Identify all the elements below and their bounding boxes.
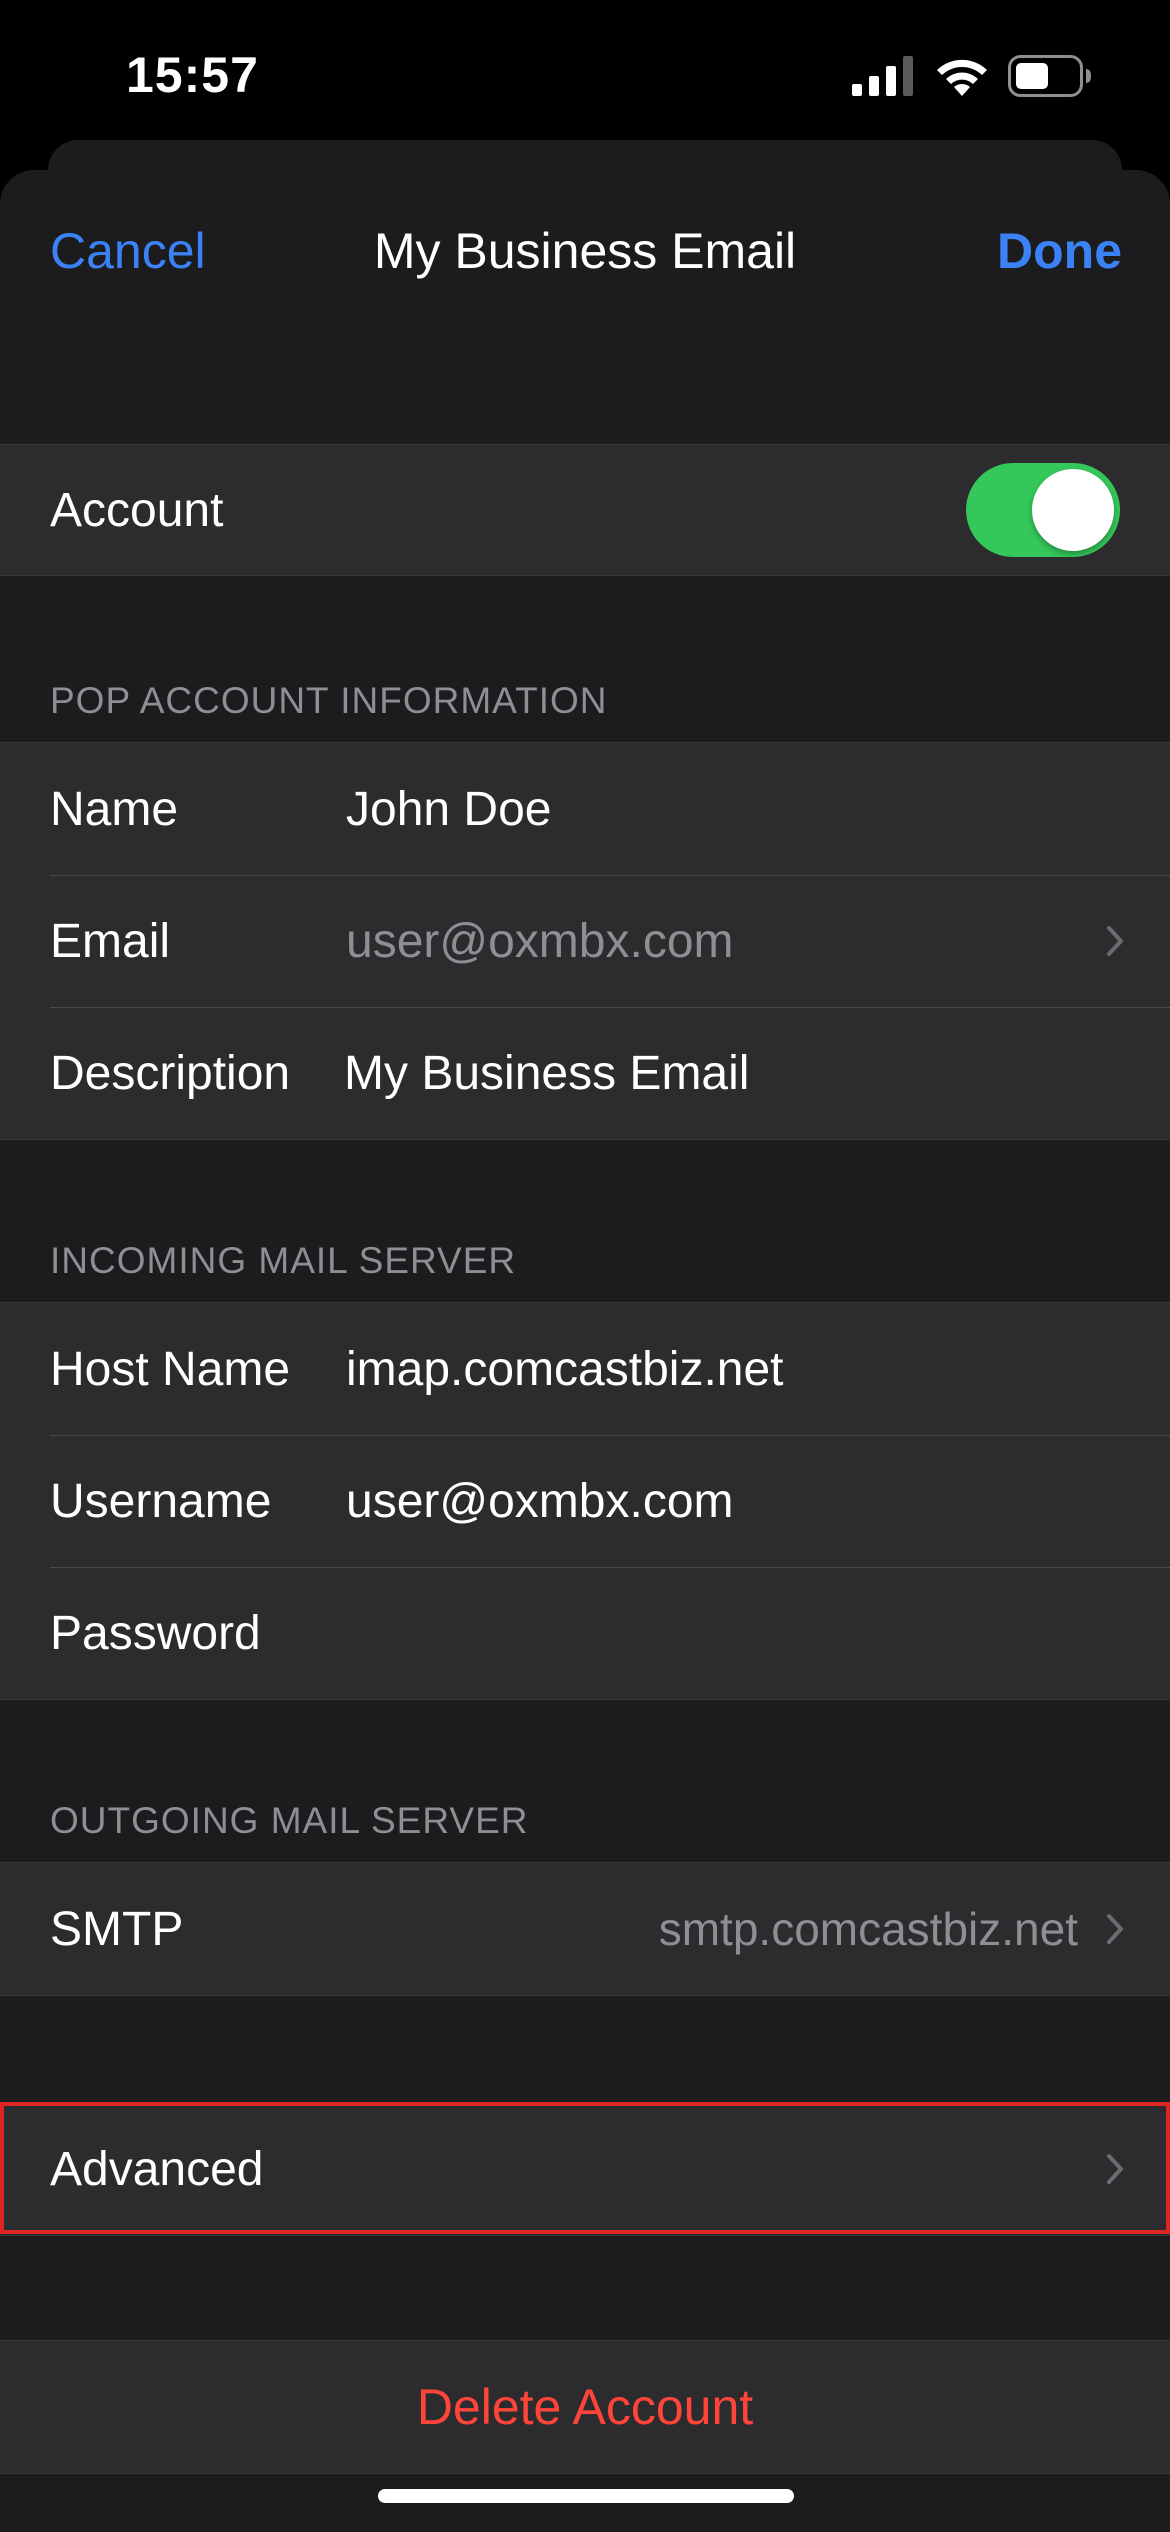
chevron-right-icon	[1107, 2154, 1123, 2184]
description-field[interactable]: My Business Email	[344, 1046, 749, 1101]
password-row[interactable]: Password	[0, 1567, 1170, 1699]
advanced-group: Advanced	[0, 2102, 1170, 2236]
delete-account-label: Delete Account	[416, 2379, 754, 2435]
done-button[interactable]: Done	[997, 222, 1122, 280]
smtp-row[interactable]: SMTP smtp.comcastbiz.net	[0, 1863, 1170, 1995]
description-row[interactable]: Description My Business Email	[0, 1007, 1170, 1139]
advanced-row[interactable]: Advanced	[0, 2103, 1170, 2235]
section-header-outgoing: OUTGOING MAIL SERVER	[50, 1800, 529, 1841]
username-row[interactable]: Username user@oxmbx.com	[0, 1435, 1170, 1567]
smtp-value: smtp.comcastbiz.net	[658, 1903, 1078, 1955]
account-label: Account	[50, 483, 224, 537]
wifi-icon	[937, 59, 987, 96]
status-time: 15:57	[126, 47, 259, 103]
username-field[interactable]: user@oxmbx.com	[346, 1474, 734, 1529]
cancel-button[interactable]: Cancel	[50, 222, 206, 280]
host-name-row[interactable]: Host Name imap.comcastbiz.net	[0, 1303, 1170, 1435]
pop-account-group: Name John Doe Email user@oxmbx.com Descr…	[0, 742, 1170, 1140]
advanced-label: Advanced	[50, 2142, 264, 2196]
incoming-server-group: Host Name imap.comcastbiz.net Username u…	[0, 1302, 1170, 1700]
toggle-knob	[1032, 469, 1114, 551]
chevron-right-icon	[1107, 1914, 1123, 1944]
account-group: Account	[0, 444, 1170, 576]
password-label: Password	[50, 1606, 261, 1660]
name-field[interactable]: John Doe	[346, 782, 551, 837]
chevron-right-icon	[1107, 926, 1123, 956]
host-name-field[interactable]: imap.comcastbiz.net	[346, 1342, 784, 1397]
name-row[interactable]: Name John Doe	[0, 743, 1170, 875]
host-name-label: Host Name	[50, 1342, 291, 1396]
account-settings-sheet: Cancel My Business Email Done Account PO…	[0, 170, 1170, 2532]
battery-icon	[1008, 55, 1091, 97]
delete-group: Delete Account	[0, 2340, 1170, 2474]
cellular-signal-icon	[852, 56, 913, 96]
email-row[interactable]: Email user@oxmbx.com	[0, 875, 1170, 1007]
name-label: Name	[50, 782, 179, 836]
section-header-pop: POP ACCOUNT INFORMATION	[50, 680, 608, 721]
account-toggle[interactable]	[966, 463, 1120, 557]
section-header-incoming: INCOMING MAIL SERVER	[50, 1240, 517, 1281]
status-bar: 15:57	[0, 0, 1170, 150]
email-value: user@oxmbx.com	[346, 914, 734, 968]
description-label: Description	[50, 1046, 291, 1100]
smtp-label: SMTP	[50, 1902, 184, 1956]
email-label: Email	[50, 914, 171, 968]
home-indicator	[378, 2489, 794, 2503]
username-label: Username	[50, 1474, 272, 1528]
outgoing-server-group: SMTP smtp.comcastbiz.net	[0, 1862, 1170, 1996]
account-row: Account	[0, 445, 1170, 575]
delete-account-button[interactable]: Delete Account	[0, 2341, 1170, 2473]
